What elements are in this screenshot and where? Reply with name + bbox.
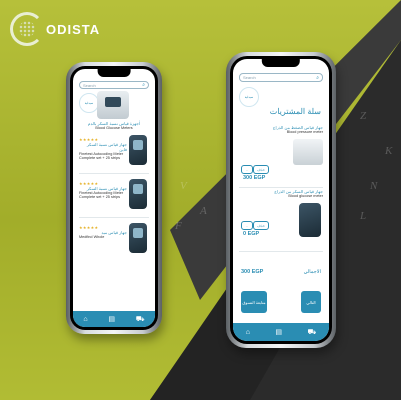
phone-notch [97, 69, 131, 77]
next-button[interactable]: التالي [301, 291, 321, 313]
cart-icon[interactable]: ⛟ [307, 328, 316, 337]
app-display: Search ⌕ صيدلية سلة المشتريات جهاز قياس … [233, 59, 329, 341]
brand-name: ODISTA [46, 21, 101, 37]
quantity-minus[interactable]: - [241, 165, 253, 174]
cart-item-price: 0 EGP [243, 231, 260, 237]
cart-item: جهاز قياس السكر من الذراع Blood glucose … [239, 189, 323, 252]
product-sub: Complete set + 25 strips [79, 156, 121, 160]
product-info: ★★★★★ جهاز قياس ميد Medfind Whole [79, 225, 127, 239]
cart-item-info: جهاز قياس السكر من الذراع Blood glucose … [259, 189, 323, 198]
total-row: 300 EGP الاجمالي [241, 269, 321, 275]
product-info: ★★★★★ جهاز قياس نسبة السكر Finetest Auto… [79, 181, 127, 199]
logo-c-icon [10, 12, 44, 46]
app-logo: صيدلية [79, 93, 99, 113]
search-placeholder: Search [243, 75, 256, 80]
product-name-ar: جهاز قياس نسبة السكر فاين [86, 142, 127, 152]
home-icon[interactable]: ⌂ [83, 316, 87, 323]
decor-letter: A [200, 205, 207, 217]
phone-notch [261, 59, 301, 67]
search-input[interactable]: Search ⌕ [239, 73, 323, 82]
hero-caption: أجهزة قياس نسبة السكر بالدم Blood Glucos… [79, 121, 149, 130]
product-thumbnail [129, 179, 147, 209]
decor-letter: L [360, 210, 367, 222]
product-sub: Complete set + 25 strips [79, 195, 121, 199]
cart-item: جهاز قياس الضغط من الذراع Blood pressure… [239, 125, 323, 188]
decor-letter: F [175, 220, 182, 232]
app-display: Search ⌕ صيدلية أجهزة قياس نسبة السكر با… [73, 69, 155, 327]
cart-icon[interactable]: ⛟ [136, 315, 145, 324]
decor-letter: Z [360, 110, 367, 122]
continue-shopping-button[interactable]: متابعة التسوق [241, 291, 267, 313]
decor-letter: V [180, 180, 187, 192]
remove-button[interactable]: حذف [253, 165, 269, 174]
dark-diagonal-band [150, 0, 401, 400]
cart-item-price: 300 EGP [243, 175, 266, 181]
cart-item-name-en: Blood glucose meter [288, 194, 323, 198]
page-title: سلة المشتريات [269, 107, 321, 116]
product-card[interactable]: ★★★★★ جهاز قياس نسبة السكر فاين Finetest… [79, 133, 149, 174]
total-value: 300 EGP [241, 269, 264, 275]
product-card[interactable]: ★★★★★ جهاز قياس ميد Medfind Whole [79, 221, 149, 261]
product-info: ★★★★★ جهاز قياس نسبة السكر فاين Finetest… [79, 137, 127, 160]
decor-letter: N [370, 180, 378, 192]
doc-icon[interactable]: ▤ [275, 328, 282, 336]
product-name-en: Medfind Whole [79, 235, 105, 239]
search-icon[interactable]: ⌕ [142, 82, 145, 88]
background: V A Z N F K L [0, 0, 401, 400]
search-icon[interactable]: ⌕ [316, 75, 319, 81]
cart-item-name-en: Blood pressure meter [286, 130, 323, 134]
product-card[interactable]: ★★★★★ جهاز قياس نسبة السكر Finetest Auto… [79, 177, 149, 218]
search-placeholder: Search [83, 82, 96, 88]
search-input[interactable]: Search ⌕ [79, 81, 149, 89]
quantity-minus[interactable]: - [241, 221, 253, 230]
cart-item-image [299, 203, 321, 237]
left-phone: Search ⌕ صيدلية أجهزة قياس نسبة السكر با… [66, 62, 162, 334]
hero-title-en: Blood Glucose Meters [95, 126, 133, 130]
app-logo: صيدلية [239, 87, 259, 107]
phone-screen: Search ⌕ صيدلية سلة المشتريات جهاز قياس … [230, 56, 332, 344]
hero-image [97, 91, 129, 119]
cart-item-image [293, 139, 323, 165]
phone-screen: Search ⌕ صيدلية أجهزة قياس نسبة السكر با… [70, 66, 158, 330]
product-thumbnail [129, 223, 147, 253]
product-thumbnail [129, 135, 147, 165]
home-icon[interactable]: ⌂ [246, 329, 250, 336]
remove-button[interactable]: حذف [253, 221, 269, 230]
total-label: الاجمالي [303, 269, 321, 275]
brand-logo: ODISTA [10, 12, 100, 46]
cart-item-info: جهاز قياس الضغط من الذراع Blood pressure… [259, 125, 323, 134]
bottom-tab-bar: ⌂ ▤ ⛟ [73, 311, 155, 327]
bottom-tab-bar: ⌂ ▤ ⛟ [233, 323, 329, 341]
decor-letter: K [385, 145, 393, 157]
doc-icon[interactable]: ▤ [108, 315, 115, 323]
right-phone: Search ⌕ صيدلية سلة المشتريات جهاز قياس … [226, 52, 336, 348]
